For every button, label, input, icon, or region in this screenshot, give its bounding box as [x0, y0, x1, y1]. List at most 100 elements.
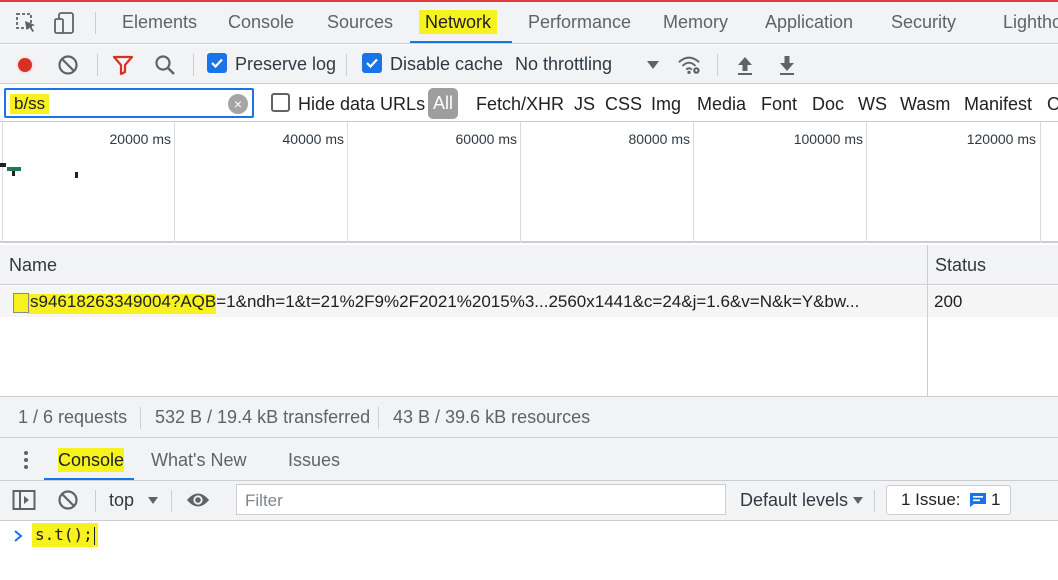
request-table-header: Name Status	[0, 245, 1058, 285]
request-count: 1 / 6 requests	[18, 407, 128, 427]
record-icon[interactable]	[13, 53, 37, 77]
prompt-chevron-icon	[13, 529, 23, 543]
table-row[interactable]: s94618263349004?AQB=1&ndh=1&t=21%2F9%2F2…	[0, 286, 1058, 317]
request-bar	[75, 172, 78, 178]
issues-button[interactable]: 1 Issue: 1	[886, 485, 1011, 515]
overview-gridline	[1040, 122, 1041, 243]
type-filter-wasm[interactable]: Wasm	[900, 84, 950, 121]
toolbar-separator	[97, 54, 98, 76]
issues-label: 1 Issue:	[901, 490, 961, 509]
request-bar	[0, 163, 6, 167]
column-divider[interactable]	[927, 245, 928, 396]
tab-performance[interactable]: Performance	[522, 2, 637, 43]
more-vertical-icon[interactable]	[14, 448, 38, 472]
type-filter-media[interactable]: Media	[697, 84, 746, 121]
overview-gridline	[174, 122, 175, 243]
active-tab-indicator	[410, 41, 512, 43]
resources-size: 43 B / 39.6 kB resources	[393, 407, 591, 427]
console-prompt-area[interactable]: s.t();	[0, 521, 1058, 580]
overview-tick: 120000 ms	[966, 131, 1036, 147]
overview-tick: 20000 ms	[109, 131, 171, 147]
hide-data-urls-checkbox[interactable]	[271, 93, 290, 112]
drawer-tab-bar: Console What's New Issues	[0, 438, 1058, 481]
tab-lighthouse[interactable]: Lighthouse	[997, 2, 1058, 43]
filter-bar: b/ss × Hide data URLs All Fetch/XHR JS C…	[0, 84, 1058, 122]
tab-elements[interactable]: Elements	[116, 2, 203, 43]
drawer-tab-whats-new[interactable]: What's New	[151, 438, 246, 480]
chevron-down-icon[interactable]	[641, 53, 665, 77]
status-separator	[140, 407, 141, 429]
sidebar-toggle-icon[interactable]	[12, 488, 36, 512]
throttling-select[interactable]: No throttling	[515, 45, 612, 83]
request-name[interactable]: s94618263349004?AQB=1&ndh=1&t=21%2F9%2F2…	[30, 286, 920, 317]
overview-tick: 40000 ms	[282, 131, 344, 147]
network-conditions-icon[interactable]	[677, 53, 701, 77]
disable-cache-checkbox[interactable]	[362, 53, 382, 73]
clear-filter-icon[interactable]: ×	[228, 94, 248, 114]
status-separator	[378, 407, 379, 429]
overview-tick: 80000 ms	[628, 131, 690, 147]
toolbar-separator	[193, 54, 194, 76]
type-filter-css[interactable]: CSS	[605, 84, 642, 121]
issues-count: 1	[991, 490, 1001, 509]
clear-console-icon[interactable]	[56, 488, 80, 512]
tab-network[interactable]: Network	[419, 2, 498, 43]
column-header-name[interactable]: Name	[9, 245, 57, 285]
network-toolbar: Preserve log Disable cache No throttling	[0, 45, 1058, 84]
tab-console[interactable]: Console	[222, 2, 300, 43]
type-filter-font[interactable]: Font	[761, 84, 797, 121]
eye-icon[interactable]	[186, 488, 210, 512]
tab-sources[interactable]: Sources	[321, 2, 399, 43]
disable-cache-label[interactable]: Disable cache	[390, 45, 503, 83]
preserve-log-label[interactable]: Preserve log	[235, 45, 336, 83]
transferred-size: 532 B / 19.4 kB transferred	[155, 407, 371, 427]
toolbar-separator	[717, 54, 718, 76]
overview-gridline	[866, 122, 867, 243]
device-toolbar-icon[interactable]	[53, 11, 77, 35]
console-toolbar-separator	[95, 490, 96, 512]
column-header-status[interactable]: Status	[935, 245, 986, 285]
network-overview[interactable]: 20000 ms 40000 ms 60000 ms 80000 ms 1000…	[0, 122, 1058, 243]
overview-gridline	[520, 122, 521, 243]
overview-tick: 60000 ms	[455, 131, 517, 147]
drawer-tab-issues[interactable]: Issues	[288, 438, 340, 480]
type-filter-img[interactable]: Img	[651, 84, 681, 121]
import-har-icon[interactable]	[733, 53, 757, 77]
type-filter-manifest[interactable]: Manifest	[964, 84, 1032, 121]
preserve-log-checkbox[interactable]	[207, 53, 227, 73]
hide-data-urls-label[interactable]: Hide data URLs	[298, 84, 425, 121]
filter-input[interactable]: b/ss ×	[4, 88, 254, 118]
drawer-tab-console[interactable]: Console	[58, 438, 125, 480]
search-icon[interactable]	[153, 53, 177, 77]
request-status: 200	[934, 292, 963, 311]
type-filter-js[interactable]: JS	[574, 84, 595, 121]
export-har-icon[interactable]	[775, 53, 799, 77]
overview-gridline	[693, 122, 694, 243]
console-toolbar: top Filter Default levels 1 Issue: 1	[0, 481, 1058, 521]
filter-icon[interactable]	[111, 53, 135, 77]
clear-icon[interactable]	[56, 53, 80, 77]
document-icon	[13, 293, 29, 313]
console-toolbar-separator	[874, 490, 875, 512]
type-filter-fetch-xhr[interactable]: Fetch/XHR	[476, 84, 564, 121]
active-drawer-tab-indicator	[44, 478, 134, 480]
type-filter-other[interactable]: Other	[1047, 84, 1058, 121]
console-toolbar-separator	[171, 490, 172, 512]
type-filter-ws[interactable]: WS	[858, 84, 887, 121]
overview-gridline	[347, 122, 348, 243]
devtools-tab-bar: Elements Console Sources Network Perform…	[0, 2, 1058, 44]
tab-application[interactable]: Application	[759, 2, 859, 43]
inspect-element-icon[interactable]	[14, 11, 38, 35]
console-filter-input[interactable]: Filter	[236, 484, 726, 515]
overview-gridline	[2, 122, 3, 243]
message-icon	[969, 492, 987, 508]
chevron-down-icon[interactable]	[846, 488, 870, 512]
type-filter-all[interactable]: All	[428, 88, 458, 119]
chevron-down-icon[interactable]	[141, 488, 165, 512]
context-select[interactable]: top	[109, 481, 134, 519]
log-levels-select[interactable]: Default levels	[740, 481, 848, 519]
tab-security[interactable]: Security	[885, 2, 962, 43]
console-input[interactable]: s.t();	[32, 523, 98, 547]
tab-memory[interactable]: Memory	[657, 2, 734, 43]
type-filter-doc[interactable]: Doc	[812, 84, 844, 121]
